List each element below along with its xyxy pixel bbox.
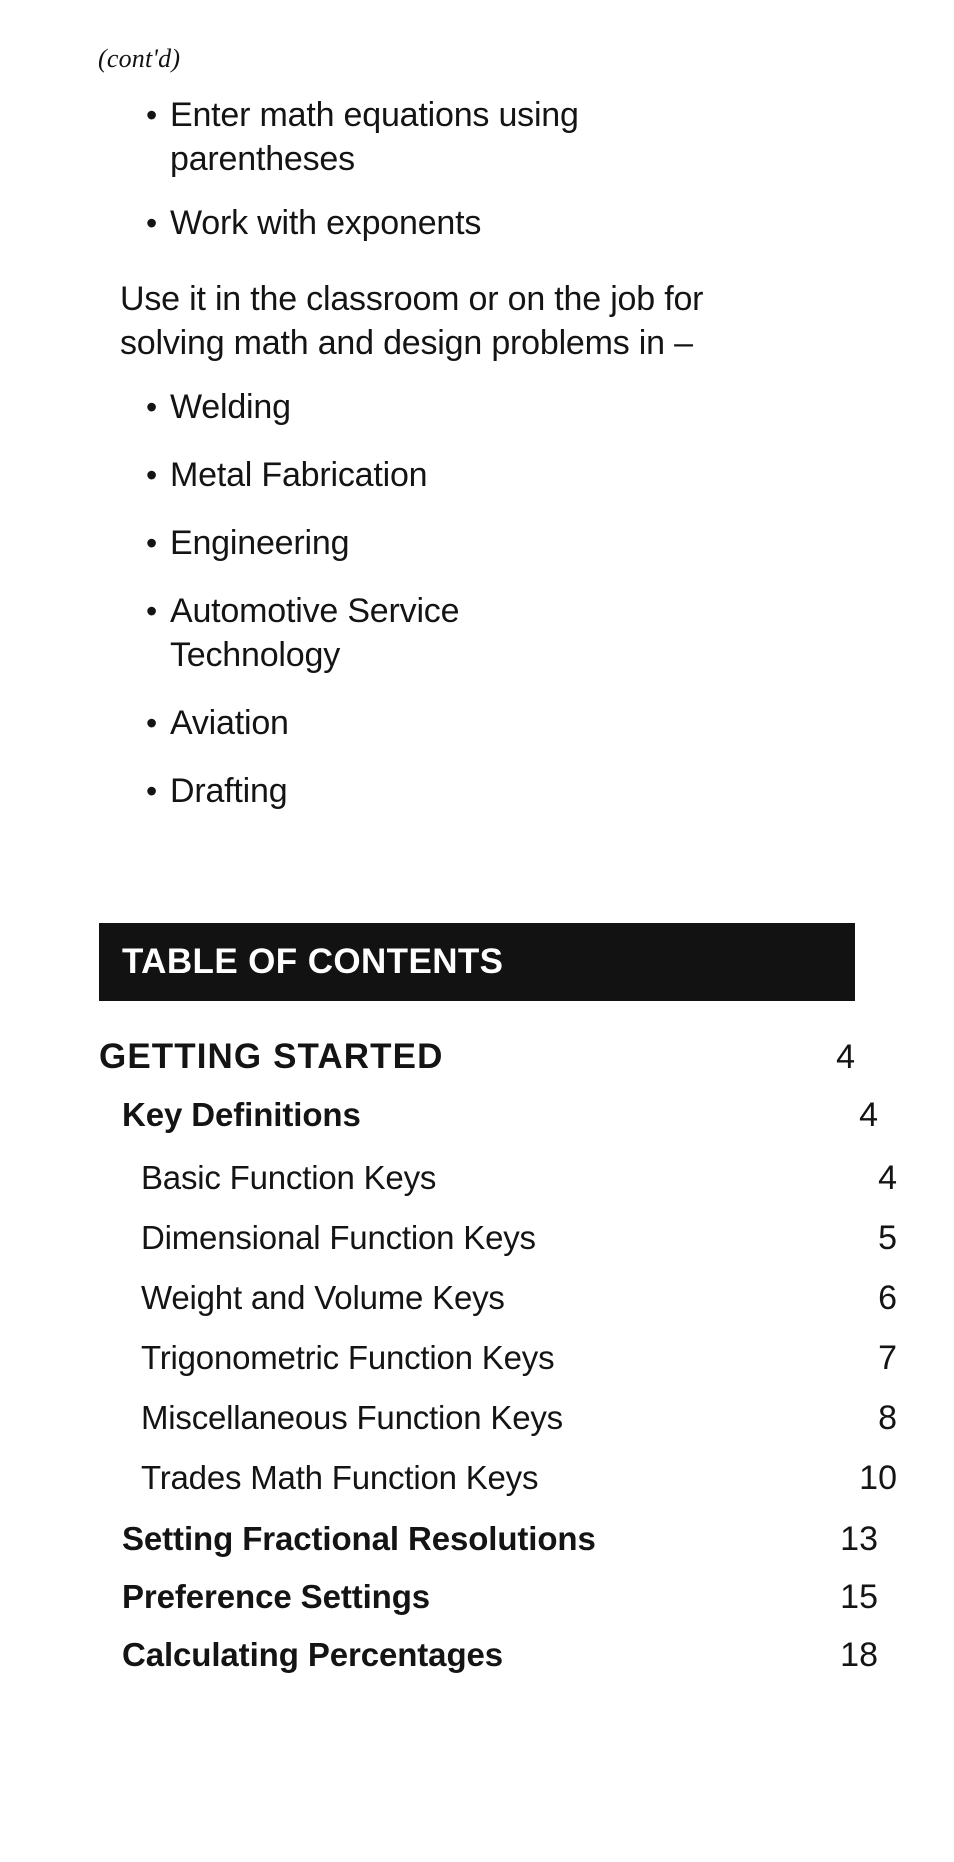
document-page: (cont'd) • Enter math equations using pa…: [0, 0, 954, 1862]
toc-entry-title: Basic Function Keys: [141, 1159, 437, 1196]
toc-entry-key-definitions[interactable]: Key Definitions 4: [99, 1086, 878, 1144]
upper-content-block: • Enter math equations using parentheses…: [0, 93, 954, 837]
toc-entry-page: 6: [878, 1279, 897, 1317]
toc-entry-page: 5: [878, 1219, 897, 1257]
list-item: • Drafting: [0, 769, 954, 813]
list-item-label: Welding: [170, 388, 291, 426]
toc-entry-page: 18: [840, 1636, 878, 1674]
trade-list: • Welding • Metal Fabrication • Engineer…: [0, 385, 954, 813]
toc-entry-dimensional-function-keys[interactable]: Dimensional Function Keys 5: [99, 1208, 897, 1268]
toc-entry-page: 15: [840, 1578, 878, 1616]
toc-entry-title: Trades Math Function Keys: [141, 1459, 539, 1496]
toc-entry-title: Miscellaneous Function Keys: [141, 1399, 563, 1436]
bullet-dot-icon: •: [146, 457, 158, 493]
list-item: • Work with exponents: [0, 201, 954, 245]
toc-entry-weight-and-volume-keys[interactable]: Weight and Volume Keys 6: [99, 1268, 897, 1328]
toc-entry-page: 8: [878, 1399, 897, 1437]
list-item-label: Enter math equations using parentheses: [170, 93, 600, 181]
intro-paragraph: Use it in the classroom or on the job fo…: [0, 277, 954, 365]
list-item: • Enter math equations using parentheses: [0, 93, 954, 181]
toc-entry-title: Setting Fractional Resolutions: [122, 1520, 596, 1557]
toc-entry-miscellaneous-function-keys[interactable]: Miscellaneous Function Keys 8: [99, 1388, 897, 1448]
toc-entry-calculating-percentages[interactable]: Calculating Percentages 18: [99, 1626, 878, 1684]
toc-entry-page: 4: [836, 1038, 855, 1076]
table-of-contents-title: TABLE OF CONTENTS: [122, 942, 504, 981]
toc-entry-page: 13: [840, 1520, 878, 1558]
paragraph-line: Use it in the classroom or on the job fo…: [120, 280, 704, 318]
toc-entry-title: Trigonometric Function Keys: [141, 1339, 555, 1376]
toc-entry-page: 4: [878, 1159, 897, 1197]
bullet-dot-icon: •: [146, 97, 158, 133]
continued-marker: (cont'd): [98, 44, 181, 73]
toc-entry-title: GETTING STARTED: [99, 1037, 444, 1076]
toc-entry-page: 4: [859, 1096, 878, 1134]
bullet-dot-icon: •: [146, 705, 158, 741]
toc-entry-title: Calculating Percentages: [122, 1636, 504, 1673]
list-item: • Automotive Service Technology: [0, 589, 954, 677]
bullet-dot-icon: •: [146, 773, 158, 809]
list-item-label: Drafting: [170, 772, 288, 810]
list-item: • Engineering: [0, 521, 954, 565]
bullet-dot-icon: •: [146, 593, 158, 629]
list-item-label: Aviation: [170, 704, 289, 742]
toc-entry-setting-fractional-resolutions[interactable]: Setting Fractional Resolutions 13: [99, 1510, 878, 1568]
list-item-label: Metal Fabrication: [170, 456, 428, 494]
list-item-label: Automotive Service Technology: [170, 592, 460, 674]
list-item-label: Work with exponents: [170, 204, 482, 242]
toc-entry-title: Weight and Volume Keys: [141, 1279, 505, 1316]
toc-entry-trades-math-function-keys[interactable]: Trades Math Function Keys 10: [99, 1448, 897, 1508]
list-item-label: Engineering: [170, 524, 350, 562]
toc-entry-title: Key Definitions: [122, 1096, 361, 1133]
list-item-line: Enter math equations using: [170, 96, 579, 134]
toc-entry-getting-started[interactable]: GETTING STARTED 4: [99, 1028, 855, 1086]
table-of-contents-banner: TABLE OF CONTENTS: [99, 923, 855, 1001]
toc-entry-title: Dimensional Function Keys: [141, 1219, 536, 1256]
list-item: • Aviation: [0, 701, 954, 745]
paragraph-line: solving math and design problems in –: [120, 324, 693, 362]
list-item: • Welding: [0, 385, 954, 429]
toc-entry-page: 10: [859, 1459, 897, 1497]
toc-entry-preference-settings[interactable]: Preference Settings 15: [99, 1568, 878, 1626]
bullet-dot-icon: •: [146, 205, 158, 241]
bullet-dot-icon: •: [146, 525, 158, 561]
toc-entry-page: 7: [878, 1339, 897, 1377]
table-of-contents-list: GETTING STARTED 4 Key Definitions 4 Basi…: [99, 1028, 897, 1684]
toc-entry-title: Preference Settings: [122, 1578, 431, 1615]
bullet-dot-icon: •: [146, 389, 158, 425]
toc-entry-basic-function-keys[interactable]: Basic Function Keys 4: [99, 1148, 897, 1208]
list-item-line: parentheses: [170, 140, 355, 178]
list-item: • Metal Fabrication: [0, 453, 954, 497]
toc-entry-trigonometric-function-keys[interactable]: Trigonometric Function Keys 7: [99, 1328, 897, 1388]
